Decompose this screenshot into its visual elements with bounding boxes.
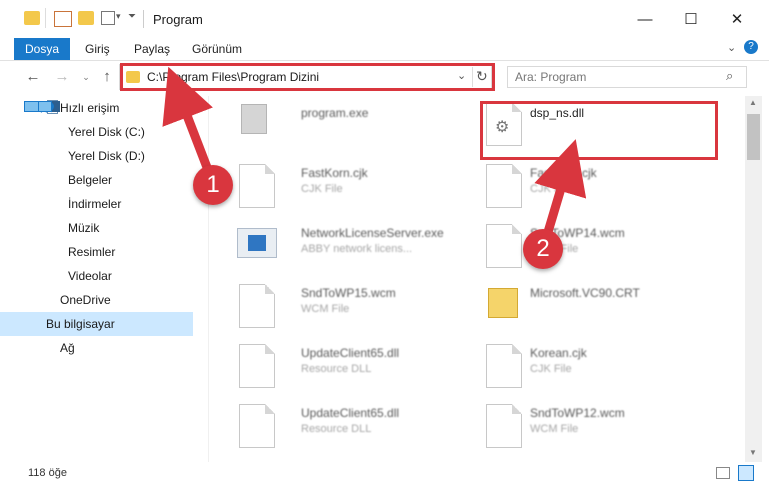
callout-2: 2: [523, 229, 563, 269]
arrow-1: [162, 66, 213, 172]
arrow-2: [534, 139, 587, 234]
callout-1: 1: [193, 165, 233, 205]
annotation-arrows: [162, 66, 587, 234]
